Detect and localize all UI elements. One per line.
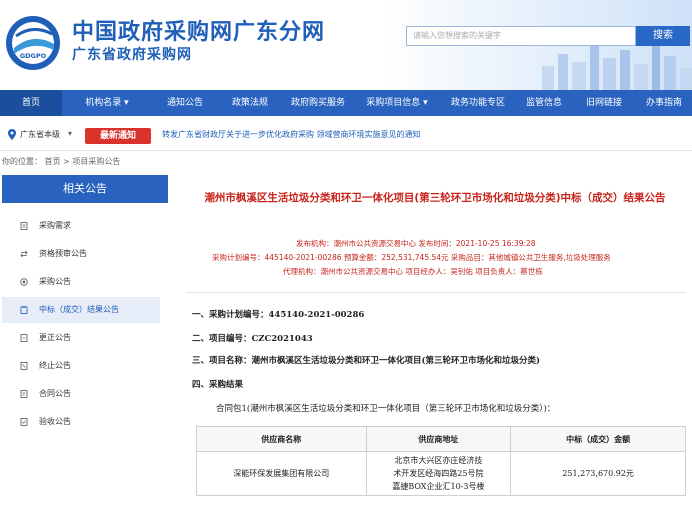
article-meta-plan: 采购计划编号：445140-2021-00286 预算金额：252,531,74…: [212, 253, 611, 262]
contract-icon: [20, 390, 28, 398]
nav-institutions[interactable]: 机构名录 ▾: [72, 90, 142, 116]
sidebar-item-label: 终止公告: [39, 361, 71, 370]
sidebar-item-label: 验收公告: [39, 417, 71, 426]
sidebar-item-label: 资格预审公告: [39, 249, 87, 258]
article-meta-agency: 代理机构：潮州市公共资源交易中心 项目经办人：吴钊佑 项目负责人：蔡世栋: [283, 267, 543, 276]
address-line: 术开发区经海四路25号院: [393, 469, 484, 478]
article-meta-publisher: 发布机构：潮州市公共资源交易中心 发布时间：2021-10-25 16:39:2…: [296, 239, 536, 248]
article-title: 潮州市枫溪区生活垃圾分类和环卫一体化项目(第三轮环卫市场化和垃圾分类)中标（成交…: [204, 192, 666, 204]
sidebar-item-contract[interactable]: 合同公告: [2, 381, 160, 407]
section-plan-number: 一、采购计划编号：445140-2021-00286: [192, 308, 364, 320]
nav-policies[interactable]: 政策法规: [220, 90, 280, 116]
site-subtitle: 广东省政府采购网: [72, 47, 192, 63]
gdgpo-logo[interactable]: GDGPO: [4, 14, 62, 72]
location-pin-icon: [8, 129, 16, 140]
table-header-row: 供应商名称 供应商地址 中标（成交）金额: [196, 426, 686, 452]
section-value: 潮州市枫溪区生活垃圾分类和环卫一体化项目(第三轮环卫市场化和垃圾分类): [251, 356, 541, 366]
sidebar-item-label: 更正公告: [39, 333, 71, 342]
clipboard-icon: [20, 306, 28, 314]
document-icon: [20, 222, 28, 230]
target-icon: [20, 278, 28, 286]
contract-package-line: 合同包1(潮州市枫溪区生活垃圾分类和环卫一体化项目（第三轮环卫市场化和垃圾分类）…: [216, 404, 556, 414]
notice-bar: 广东省本级 ▾ 最新通知 转发广东省财政厅关于进一步优化政府采购 领域营商环境实…: [0, 120, 692, 151]
nav-project-info[interactable]: 采购项目信息 ▾: [358, 90, 436, 116]
sidebar-item-label: 采购公告: [39, 277, 71, 286]
site-header: GDGPO 中国政府采购网广东分网 广东省政府采购网 请输入您想搜索的关键字 搜…: [0, 0, 692, 90]
sidebar-item-procurement-notice[interactable]: 采购公告: [2, 269, 160, 295]
section-value: CZC2021043: [251, 334, 313, 344]
search-input[interactable]: 请输入您想搜索的关键字: [406, 26, 636, 46]
nav-old-site[interactable]: 旧网链接: [576, 90, 632, 116]
section-label: 三、项目名称：: [192, 356, 252, 366]
sidebar-item-label: 中标（成交）结果公告: [39, 305, 119, 314]
sidebar-item-prequalification[interactable]: 资格预审公告: [2, 241, 160, 267]
main-nav: 首页 机构名录 ▾ 通知公告 政策法规 政府购买服务 采购项目信息 ▾ 政务功能…: [0, 90, 692, 116]
nav-notices[interactable]: 通知公告: [155, 90, 215, 116]
nav-home[interactable]: 首页: [0, 90, 62, 116]
site-title: 中国政府采购网广东分网: [72, 20, 326, 45]
chevron-down-icon[interactable]: ▾: [68, 129, 72, 138]
latest-notice-link[interactable]: 转发广东省财政厅关于进一步优化政府采购 领域营商环境实施意见的通知: [162, 129, 421, 140]
sidebar-item-requirements[interactable]: 采购需求: [2, 213, 160, 239]
breadcrumb: 你的位置： 首页 > 项目采购公告: [2, 157, 121, 166]
sidebar-item-correction[interactable]: 更正公告: [2, 325, 160, 351]
stop-document-icon: [20, 362, 28, 370]
edit-document-icon: [20, 334, 28, 342]
article: 潮州市枫溪区生活垃圾分类和环卫一体化项目(第三轮环卫市场化和垃圾分类) 中标（成交…: [180, 180, 690, 508]
section-label: 一、采购计划编号：: [192, 310, 269, 320]
header-supplier: 供应商名称: [196, 426, 367, 452]
sidebar-title: 相关公告: [2, 175, 168, 203]
check-document-icon: [20, 418, 28, 426]
section-project-name: 三、项目名称：潮州市枫溪区生活垃圾分类和环卫一体化项目(第三轮环卫市场化和垃圾分…: [192, 354, 540, 366]
nav-guide[interactable]: 办事指南: [636, 90, 692, 116]
address-line: 北京市大兴区亦庄经济技: [394, 456, 483, 465]
sidebar: 相关公告 采购需求 资格预审公告 采购公告 中标（成交）结果公告 更正公告 终止…: [2, 175, 168, 508]
swap-icon: [20, 250, 28, 258]
cell-supplier: 深能环保发展集团有限公司: [196, 451, 367, 496]
region-selector[interactable]: 广东省本级: [20, 129, 60, 140]
nav-gov-zone[interactable]: 政务功能专区: [443, 90, 513, 116]
cell-address: 北京市大兴区亦庄经济技 术开发区经海四路25号院 嘉捷BOX企业汇10-3号楼: [365, 451, 512, 496]
section-result-heading: 四、采购结果: [192, 380, 244, 390]
header-amount: 中标（成交）金额: [510, 426, 686, 452]
sidebar-item-label: 合同公告: [39, 389, 71, 398]
search-button[interactable]: 搜索: [636, 26, 690, 46]
logo-text: GDGPO: [20, 52, 47, 60]
nav-supervision[interactable]: 监管信息: [516, 90, 572, 116]
nav-gov-services[interactable]: 政府购买服务: [282, 90, 354, 116]
header-address: 供应商地址: [365, 426, 512, 452]
section-value: 445140-2021-00286: [268, 310, 365, 320]
sidebar-item-label: 采购需求: [39, 221, 71, 230]
city-skyline-illustration: [542, 42, 692, 90]
sidebar-item-award-result[interactable]: 中标（成交）结果公告: [2, 297, 160, 323]
cell-amount: 251,273,670.92元: [510, 451, 686, 496]
table-row: 深能环保发展集团有限公司 北京市大兴区亦庄经济技 术开发区经海四路25号院 嘉捷…: [196, 451, 686, 496]
latest-notice-badge: 最新通知: [85, 128, 151, 144]
sidebar-item-termination[interactable]: 终止公告: [2, 353, 160, 379]
section-label: 二、项目编号：: [192, 334, 252, 344]
section-project-number: 二、项目编号：CZC2021043: [192, 332, 313, 344]
divider: [186, 292, 686, 293]
result-table: 供应商名称 供应商地址 中标（成交）金额 深能环保发展集团有限公司 北京市大兴区…: [196, 426, 686, 496]
address-line: 嘉捷BOX企业汇10-3号楼: [392, 482, 485, 491]
sidebar-item-acceptance[interactable]: 验收公告: [2, 409, 160, 435]
